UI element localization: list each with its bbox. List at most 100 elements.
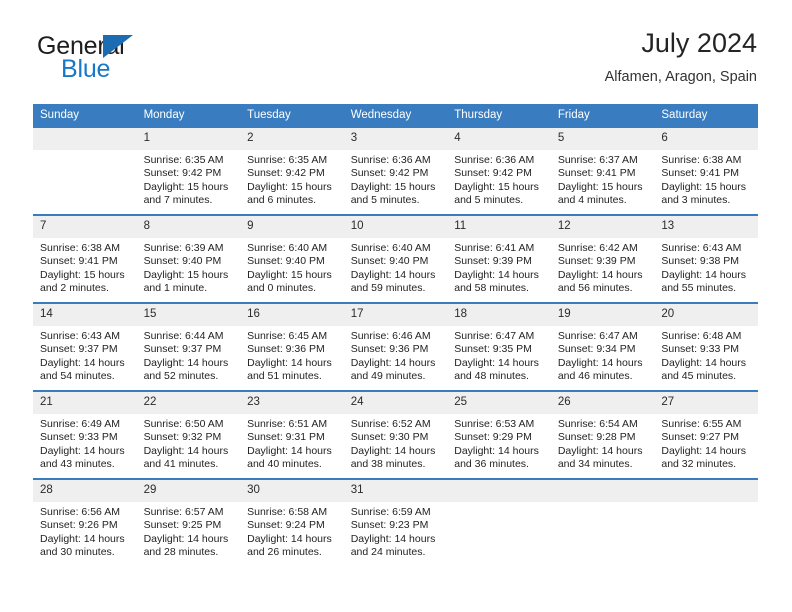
day-cell-inner: 29 Sunrise: 6:57 AM Sunset: 9:25 PM Dayligh…	[136, 480, 241, 566]
day-cell-inner: 6 Sunrise: 6:38 AM Sunset: 9:41 PM Daylight…	[654, 128, 758, 214]
calendar-day-cell[interactable]: 13 Sunrise: 6:43 AM Sunset: 9:38 PM Dayligh…	[654, 214, 758, 303]
day-cell-inner: 17 Sunrise: 6:46 AM Sunset: 9:36 PM Dayligh…	[343, 304, 448, 390]
sunset-text: Sunset: 9:29 PM	[454, 431, 532, 444]
calendar-day-cell[interactable]: 16 Sunrise: 6:45 AM Sunset: 9:36 PM Dayligh…	[240, 302, 344, 391]
day-number: 23	[240, 392, 344, 414]
calendar-day-cell[interactable]: 24 Sunrise: 6:52 AM Sunset: 9:30 PM Dayligh…	[343, 390, 448, 479]
day-cell-inner: 10 Sunrise: 6:40 AM Sunset: 9:40 PM Dayligh…	[343, 216, 448, 302]
daylight-text-line1: Daylight: 14 hours	[350, 532, 436, 545]
calendar-table: Sunday Monday Tuesday Wednesday Thursday Frid…	[33, 104, 758, 566]
day-cell-inner: 9 Sunrise: 6:40 AM Sunset: 9:40 PM Daylight…	[240, 216, 344, 302]
calendar-day-cell[interactable]: 3 Sunrise: 6:36 AM Sunset: 9:42 PM Daylight…	[343, 128, 448, 215]
day-number: 3	[343, 128, 448, 150]
calendar-day-cell[interactable]: 6 Sunrise: 6:38 AM Sunset: 9:41 PM Daylight…	[654, 128, 758, 215]
sunset-text: Sunset: 9:35 PM	[454, 343, 532, 356]
day-number	[33, 128, 137, 150]
sunrise-text: Sunrise: 6:42 AM	[557, 242, 638, 254]
sunrise-text: Sunrise: 6:52 AM	[350, 418, 431, 430]
general-blue-logo[interactable]: General Blue	[33, 32, 263, 94]
sunrise-text: Sunrise: 6:54 AM	[557, 418, 638, 430]
calendar-day-cell[interactable]: 19 Sunrise: 6:47 AM Sunset: 9:34 PM Dayligh…	[550, 302, 655, 391]
page-title: July 2024	[641, 28, 757, 58]
sunrise-text: Sunrise: 6:48 AM	[661, 330, 742, 342]
daylight-text-line2: and 4 minutes.	[557, 194, 627, 207]
calendar-day-cell[interactable]: 4 Sunrise: 6:36 AM Sunset: 9:42 PM Daylight…	[447, 128, 551, 215]
sunset-text: Sunset: 9:41 PM	[557, 167, 636, 180]
day-number: 20	[654, 304, 758, 326]
sunset-text: Sunset: 9:39 PM	[557, 255, 636, 268]
day-number: 16	[240, 304, 344, 326]
page-subtitle: Alfamen, Aragon, Spain	[604, 69, 757, 85]
calendar-day-cell[interactable]: 11 Sunrise: 6:41 AM Sunset: 9:39 PM Dayligh…	[447, 214, 551, 303]
day-number	[654, 480, 758, 502]
sunrise-text: Sunrise: 6:38 AM	[40, 242, 120, 254]
calendar-day-cell[interactable]: 9 Sunrise: 6:40 AM Sunset: 9:40 PM Daylight…	[240, 214, 344, 303]
sunrise-text: Sunrise: 6:51 AM	[247, 418, 328, 430]
calendar-day-cell[interactable]: 2 Sunrise: 6:35 AM Sunset: 9:42 PM Daylight…	[240, 128, 344, 215]
day-details	[447, 502, 551, 506]
sunrise-text: Sunrise: 6:53 AM	[454, 418, 535, 430]
day-cell-inner: 2 Sunrise: 6:35 AM Sunset: 9:42 PM Daylight…	[240, 128, 344, 214]
daylight-text-line1: Daylight: 14 hours	[557, 444, 643, 457]
calendar-day-cell[interactable]: 5 Sunrise: 6:37 AM Sunset: 9:41 PM Daylight…	[550, 128, 655, 215]
day-cell-inner: 24 Sunrise: 6:52 AM Sunset: 9:30 PM Dayligh…	[343, 392, 448, 478]
daylight-text-line2: and 38 minutes.	[350, 458, 426, 471]
daylight-text-line1: Daylight: 15 hours	[143, 268, 229, 281]
sunrise-text: Sunrise: 6:47 AM	[557, 330, 638, 342]
day-cell-inner: 25 Sunrise: 6:53 AM Sunset: 9:29 PM Dayligh…	[447, 392, 551, 478]
calendar-day-cell[interactable]: 28 Sunrise: 6:56 AM Sunset: 9:26 PM Dayligh…	[33, 478, 137, 566]
calendar-day-cell[interactable]: 27 Sunrise: 6:55 AM Sunset: 9:27 PM Dayligh…	[654, 390, 758, 479]
calendar-empty-cell	[447, 478, 551, 566]
daylight-text-line2: and 43 minutes.	[40, 458, 115, 471]
sunrise-text: Sunrise: 6:46 AM	[350, 330, 431, 342]
day-number: 12	[550, 216, 655, 238]
calendar-day-cell[interactable]: 29 Sunrise: 6:57 AM Sunset: 9:25 PM Dayligh…	[136, 478, 241, 566]
day-cell-inner: 31 Sunrise: 6:59 AM Sunset: 9:23 PM Dayligh…	[343, 480, 448, 566]
sunrise-text: Sunrise: 6:35 AM	[247, 154, 328, 166]
calendar-day-cell[interactable]: 26 Sunrise: 6:54 AM Sunset: 9:28 PM Dayligh…	[550, 390, 655, 479]
daylight-text-line2: and 41 minutes.	[143, 458, 219, 471]
day-cell-inner: 7 Sunrise: 6:38 AM Sunset: 9:41 PM Daylight…	[33, 216, 137, 302]
daylight-text-line2: and 59 minutes.	[350, 282, 426, 295]
calendar-day-cell[interactable]: 31 Sunrise: 6:59 AM Sunset: 9:23 PM Dayligh…	[343, 478, 448, 566]
daylight-text-line1: Daylight: 14 hours	[40, 356, 125, 369]
sunset-text: Sunset: 9:31 PM	[247, 431, 325, 444]
day-number: 14	[33, 304, 137, 326]
calendar-day-cell[interactable]: 10 Sunrise: 6:40 AM Sunset: 9:40 PM Dayligh…	[343, 214, 448, 303]
day-number: 17	[343, 304, 448, 326]
day-details: Sunrise: 6:55 AM Sunset: 9:27 PM Daylight:…	[654, 414, 758, 472]
calendar-day-cell[interactable]: 12 Sunrise: 6:42 AM Sunset: 9:39 PM Dayligh…	[550, 214, 655, 303]
daylight-text-line1: Daylight: 14 hours	[661, 268, 747, 281]
sunset-text: Sunset: 9:30 PM	[350, 431, 429, 444]
day-cell-inner: 18 Sunrise: 6:47 AM Sunset: 9:35 PM Dayligh…	[447, 304, 551, 390]
calendar-day-cell[interactable]: 1 Sunrise: 6:35 AM Sunset: 9:42 PM Daylight…	[136, 128, 241, 215]
sunset-text: Sunset: 9:36 PM	[350, 343, 429, 356]
sunset-text: Sunset: 9:42 PM	[247, 167, 325, 180]
calendar-day-cell[interactable]: 22 Sunrise: 6:50 AM Sunset: 9:32 PM Dayligh…	[136, 390, 241, 479]
calendar-day-cell[interactable]: 7 Sunrise: 6:38 AM Sunset: 9:41 PM Daylight…	[33, 214, 137, 303]
day-cell-inner: 15 Sunrise: 6:44 AM Sunset: 9:37 PM Dayligh…	[136, 304, 241, 390]
calendar-day-cell[interactable]: 18 Sunrise: 6:47 AM Sunset: 9:35 PM Dayligh…	[447, 302, 551, 391]
day-number: 25	[447, 392, 551, 414]
sunrise-text: Sunrise: 6:55 AM	[661, 418, 742, 430]
calendar-day-cell[interactable]: 17 Sunrise: 6:46 AM Sunset: 9:36 PM Dayligh…	[343, 302, 448, 391]
calendar-day-cell[interactable]: 14 Sunrise: 6:43 AM Sunset: 9:37 PM Dayligh…	[33, 302, 137, 391]
day-details	[33, 150, 137, 154]
calendar-day-cell[interactable]: 21 Sunrise: 6:49 AM Sunset: 9:33 PM Dayligh…	[33, 390, 137, 479]
title-block: July 2024 Alfamen, Aragon, Spain	[605, 26, 757, 86]
day-cell-inner: 3 Sunrise: 6:36 AM Sunset: 9:42 PM Daylight…	[343, 128, 448, 214]
calendar-day-cell[interactable]: 8 Sunrise: 6:39 AM Sunset: 9:40 PM Daylight…	[136, 214, 241, 303]
calendar-week-row: 14 Sunrise: 6:43 AM Sunset: 9:37 PM Dayligh…	[33, 302, 758, 391]
calendar-day-cell[interactable]: 20 Sunrise: 6:48 AM Sunset: 9:33 PM Dayligh…	[654, 302, 758, 391]
calendar-day-cell[interactable]: 30 Sunrise: 6:58 AM Sunset: 9:24 PM Dayligh…	[240, 478, 344, 566]
day-number: 4	[447, 128, 551, 150]
logo-text-blue: Blue	[61, 55, 111, 83]
daylight-text-line2: and 56 minutes.	[557, 282, 633, 295]
day-details: Sunrise: 6:50 AM Sunset: 9:32 PM Daylight:…	[137, 414, 241, 472]
calendar-day-cell[interactable]: 15 Sunrise: 6:44 AM Sunset: 9:37 PM Dayligh…	[136, 302, 241, 391]
calendar-day-cell[interactable]: 23 Sunrise: 6:51 AM Sunset: 9:31 PM Dayligh…	[240, 390, 344, 479]
sunrise-text: Sunrise: 6:38 AM	[661, 154, 742, 166]
calendar-day-cell[interactable]: 25 Sunrise: 6:53 AM Sunset: 9:29 PM Dayligh…	[447, 390, 551, 479]
day-details: Sunrise: 6:43 AM Sunset: 9:37 PM Daylight:…	[33, 326, 137, 384]
day-cell-inner: 26 Sunrise: 6:54 AM Sunset: 9:28 PM Dayligh…	[550, 392, 655, 478]
